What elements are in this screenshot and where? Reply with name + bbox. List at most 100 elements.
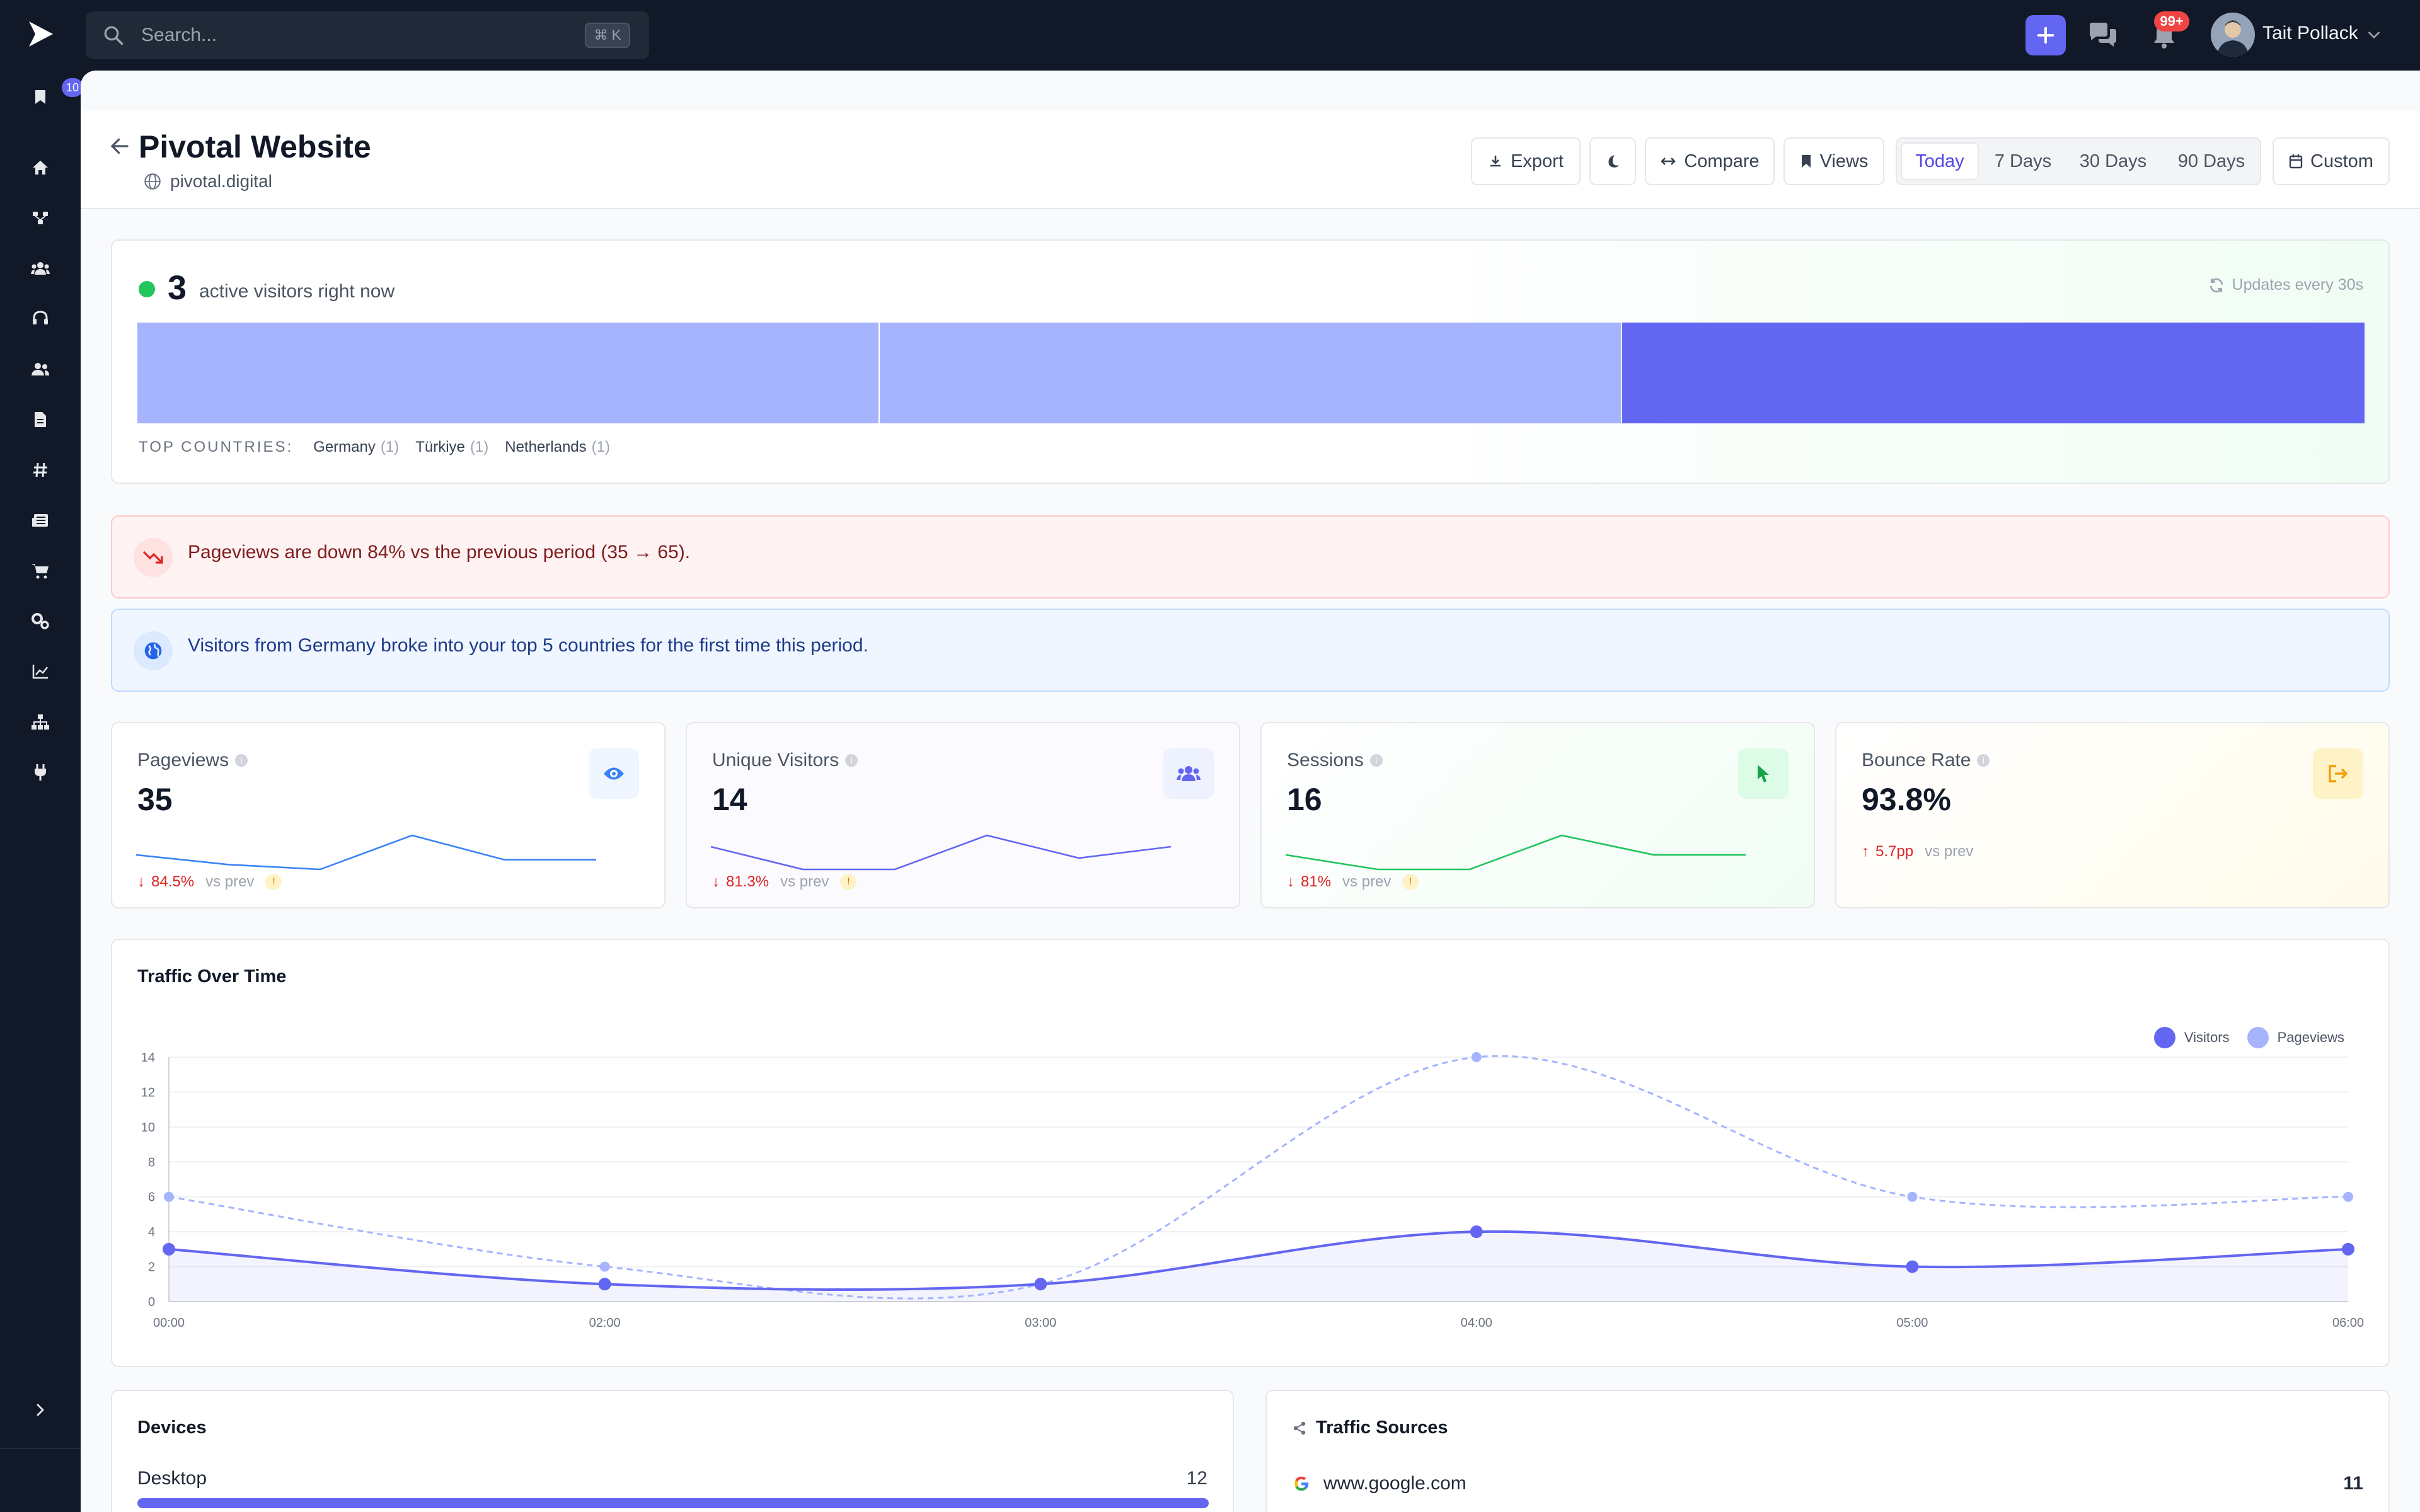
unique-visitors-sparkline [711,834,1171,871]
calendar-icon [2289,154,2303,169]
messages-icon[interactable] [2087,21,2119,49]
info-icon[interactable]: i [1369,754,1383,767]
main-content: Pivotal Website pivotal.digital Export C… [81,71,2420,1512]
sessions-sparkline [1286,834,1746,871]
chevron-down-icon[interactable] [2366,26,2382,43]
warning-icon[interactable]: ! [265,874,282,890]
bookmark-icon[interactable] [30,87,50,107]
export-button[interactable]: Export [1471,137,1581,185]
active-visitors-label: active visitors right now [199,281,395,302]
flow-icon[interactable] [30,208,50,228]
site-domain-text: pivotal.digital [170,171,272,191]
devices-card: Devices Desktop 12 [111,1390,1234,1512]
hash-icon[interactable] [30,460,50,480]
info-icon[interactable]: i [845,754,858,767]
kpi-label: Pageviews i [137,750,248,771]
info-icon[interactable]: i [235,754,248,767]
search-icon [104,26,124,45]
dark-mode-toggle[interactable] [1589,137,1636,185]
y-tick-label: 6 [148,1191,155,1205]
realtime-visitor-segment[interactable] [137,323,879,423]
settings-icon[interactable] [30,611,50,631]
create-button[interactable] [2025,15,2066,55]
compare-button[interactable]: Compare [1645,137,1775,185]
chart-icon[interactable] [30,662,50,682]
user-icon[interactable] [30,359,50,379]
search-box[interactable]: Search... ⌘ K [86,11,649,59]
visitors-point [598,1278,611,1291]
traffic-sources-header: Traffic Sources [1292,1418,1448,1438]
traffic-over-time-card: Traffic Over Time Visitors Pageviews 024… [111,939,2390,1367]
back-arrow-icon[interactable] [108,135,131,158]
pageviews-point [164,1191,174,1202]
info-icon[interactable]: i [1977,754,1990,767]
moon-icon [1608,155,1619,168]
views-button[interactable]: Views [1783,137,1884,185]
country-item[interactable]: Netherlands (1) [505,438,610,456]
refresh-icon [2210,278,2223,292]
kpi-change: ↑ 5.7pp vs prev [1862,843,1974,860]
warning-icon[interactable]: ! [840,874,857,890]
country-item[interactable]: Germany (1) [313,438,399,456]
compare-label: Compare [1684,151,1760,171]
pageviews-sparkline [136,834,596,871]
document-icon[interactable] [30,410,50,430]
realtime-visitor-segment[interactable] [1622,323,2365,423]
new-country-message: Visitors from Germany broke into your to… [188,635,868,656]
kpi-value: 35 [137,782,173,817]
headset-icon[interactable] [30,309,50,329]
plus-icon [2037,26,2054,44]
active-visitor-count: 3 [168,269,187,307]
app-logo[interactable] [25,19,55,49]
eye-icon [589,748,639,799]
pageviews-point [1907,1191,1918,1202]
home-icon[interactable] [30,158,50,178]
download-icon [1490,156,1501,167]
source-row[interactable]: www.google.com 11 [1292,1473,2363,1494]
newspaper-icon[interactable] [30,510,50,530]
user-name[interactable]: Tait Pollack [2262,23,2358,44]
custom-label: Custom [2310,151,2373,171]
visitors-point [2342,1242,2354,1256]
top-countries-list: TOP COUNTRIES: Germany (1) Türkiye (1) Net… [139,438,626,456]
plug-icon[interactable] [30,762,50,782]
users-group-icon[interactable] [30,258,50,278]
bookmark-count-badge: 10 [62,78,83,97]
sitemap-icon[interactable] [30,712,50,732]
arrow-up-icon: ↑ [1862,843,1869,860]
country-item[interactable]: Türkiye (1) [415,438,488,456]
unique-visitors-card[interactable]: Unique Visitors i 14 ↓ 81.3% vs prev! [686,722,1240,908]
warning-icon[interactable]: ! [1402,874,1419,890]
sessions-card[interactable]: Sessions i 16 ↓ 81% vs prev! [1260,722,1815,908]
device-label: Desktop [137,1468,207,1489]
share-icon [1293,1421,1306,1435]
realtime-visitors-card: 3 active visitors right now Updates ever… [111,239,2390,484]
cart-icon[interactable] [30,561,50,581]
range-30-days[interactable]: 30 Days [2066,142,2160,180]
kpi-label: Sessions i [1287,750,1383,771]
notification-count-badge: 99+ [2154,11,2189,32]
bounce-rate-card[interactable]: Bounce Rate i 93.8% ↑ 5.7pp vs prev [1835,722,2390,908]
top-bar: Search... ⌘ K 99+ Tait Pollack [0,0,2420,71]
avatar[interactable] [2211,13,2255,57]
pageviews-card[interactable]: Pageviews i 35 ↓ 84.5% vs prev! [111,722,666,908]
pageviews-down-message: Pageviews are down 84% vs the previous p… [188,542,691,563]
y-tick-label: 0 [148,1295,155,1309]
sidebar-divider [0,1448,81,1449]
chevron-right-icon[interactable] [30,1400,50,1420]
arrow-down-icon: ↓ [712,873,720,890]
custom-range-button[interactable]: Custom [2273,137,2390,185]
realtime-visitor-segment[interactable] [880,323,1621,423]
date-range-selector: Today 7 Days 30 Days 90 Days [1896,137,2261,185]
traffic-sources-card: Traffic Sources www.google.com 11 [1265,1390,2390,1512]
range-today[interactable]: Today [1901,142,1979,180]
kpi-change: ↓ 81.3% vs prev! [712,873,857,891]
range-7-days[interactable]: 7 Days [1984,142,2062,180]
cursor-icon [1738,748,1789,799]
sidebar: 10 [0,71,83,1512]
avatar-image [2211,13,2255,57]
views-label: Views [1819,151,1869,171]
live-indicator-dot [139,281,155,297]
arrows-horizontal-icon [1661,158,1676,165]
range-90-days[interactable]: 90 Days [2164,142,2259,180]
